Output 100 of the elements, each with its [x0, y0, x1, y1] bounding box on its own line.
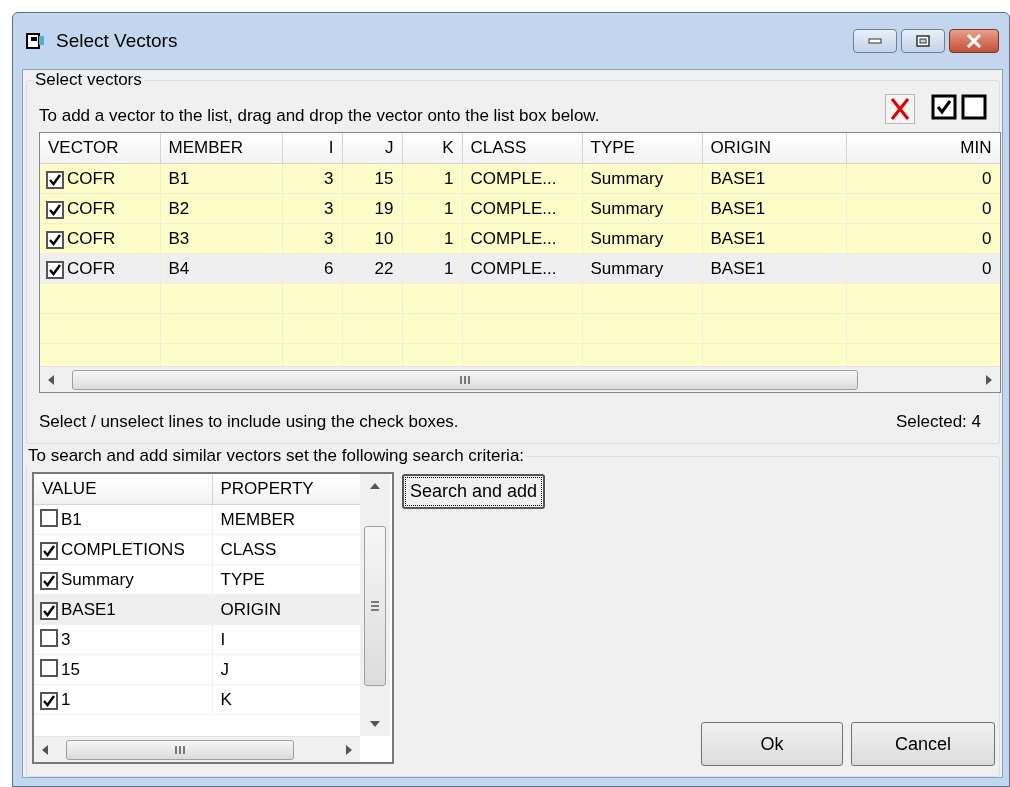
vertical-scrollbar[interactable]	[360, 474, 390, 737]
table-cell: Summary	[582, 163, 702, 194]
table-cell: Summary	[582, 223, 702, 254]
table-cell: 10	[342, 223, 402, 254]
cancel-button[interactable]: Cancel	[851, 722, 995, 766]
table-cell: BASE1	[61, 599, 116, 619]
checkbox[interactable]	[40, 508, 58, 527]
table-cell: 22	[342, 253, 402, 284]
table-row[interactable]: COFR B1 3 15 1 COMPLE... Summary BASE1 0	[40, 163, 1000, 194]
column-header[interactable]: MIN	[846, 133, 1000, 164]
column-header[interactable]: PROPERTY	[212, 474, 360, 505]
table-cell: 0	[846, 223, 1000, 254]
table-cell: K	[212, 684, 360, 715]
scrollbar-thumb[interactable]	[72, 369, 858, 390]
table-cell: COMPLETIONS	[61, 539, 185, 559]
table-cell: B4	[160, 253, 282, 284]
table-cell: B1	[61, 509, 82, 529]
table-cell: 3	[282, 163, 342, 194]
table-cell: 1	[402, 193, 462, 224]
table-cell: COFR	[67, 228, 116, 248]
table-cell: J	[212, 654, 360, 685]
scrollbar-thumb[interactable]	[66, 739, 294, 760]
search-and-add-button[interactable]: Search and add	[402, 474, 546, 510]
checked-box-icon	[931, 94, 957, 121]
checkbox[interactable]	[40, 628, 58, 647]
table-cell: ORIGIN	[212, 594, 360, 625]
scroll-up-icon[interactable]	[370, 482, 380, 491]
minimize-button[interactable]	[853, 29, 897, 53]
table-cell: 1	[61, 689, 71, 709]
column-header[interactable]: CLASS	[462, 133, 582, 164]
scroll-right-icon[interactable]	[985, 374, 993, 385]
table-cell: BASE1	[702, 253, 846, 284]
ok-button[interactable]: Ok	[701, 722, 843, 766]
delete-button[interactable]	[885, 94, 915, 125]
table-cell: Summary	[582, 253, 702, 284]
instruction-text: To add a vector to the list, drag and drop the vector onto the list box below.	[39, 104, 600, 127]
table-cell: 15	[342, 163, 402, 194]
column-header[interactable]: VECTOR	[40, 133, 160, 164]
checkbox[interactable]	[40, 571, 58, 590]
window-app-icon	[26, 31, 46, 51]
table-cell: COMPLE...	[462, 163, 582, 194]
maximize-button[interactable]	[901, 29, 945, 53]
table-cell: TYPE	[212, 564, 360, 595]
horizontal-scrollbar[interactable]	[34, 736, 360, 763]
selected-count: Selected: 4	[895, 411, 981, 434]
table-cell: 1	[402, 223, 462, 254]
table-cell: 0	[846, 193, 1000, 224]
empty-box-icon	[961, 94, 987, 121]
checkbox[interactable]	[40, 658, 58, 677]
table-cell: BASE1	[702, 193, 846, 224]
scroll-down-icon[interactable]	[370, 720, 380, 729]
group-label: Select vectors	[34, 70, 143, 91]
scroll-left-icon[interactable]	[41, 744, 49, 755]
scroll-left-icon[interactable]	[47, 374, 55, 385]
table-row[interactable]: COFR B2 3 19 1 COMPLE... Summary BASE1 0	[40, 193, 1000, 224]
minimize-icon	[868, 38, 882, 44]
checkbox[interactable]	[40, 601, 58, 620]
table-cell: COMPLE...	[462, 193, 582, 224]
table-cell: CLASS	[212, 534, 360, 565]
scroll-right-icon[interactable]	[345, 744, 353, 755]
checkbox[interactable]	[46, 230, 64, 249]
table-cell: 3	[282, 193, 342, 224]
hint-text: Select / unselect lines to include using the check boxes.	[39, 411, 459, 434]
close-button[interactable]	[949, 29, 999, 53]
delete-icon	[885, 94, 915, 125]
table-cell: COMPLE...	[462, 223, 582, 254]
table-cell: B1	[160, 163, 282, 194]
table-cell: B3	[160, 223, 282, 254]
table-cell: 1	[402, 253, 462, 284]
scrollbar-thumb[interactable]	[364, 526, 386, 687]
table-cell: 6	[282, 253, 342, 284]
table-row[interactable]: COFR B3 3 10 1 COMPLE... Summary BASE1 0	[40, 223, 1000, 254]
table-cell: Summary	[582, 193, 702, 224]
group-label: To search and add similar vectors set the following search criteria:	[27, 445, 526, 467]
checkbox[interactable]	[40, 691, 58, 710]
window-title: Select Vectors	[56, 28, 178, 53]
table-cell: COFR	[67, 258, 116, 278]
horizontal-scrollbar[interactable]	[40, 366, 1000, 393]
table-cell: 3	[61, 629, 71, 649]
column-header[interactable]: J	[342, 133, 402, 164]
column-header[interactable]: K	[402, 133, 462, 164]
column-header[interactable]: VALUE	[34, 474, 212, 505]
column-header[interactable]: ORIGIN	[702, 133, 846, 164]
table-cell: 1	[402, 163, 462, 194]
table-cell: COMPLE...	[462, 253, 582, 284]
selected-row[interactable]: COFR B4 6 22 1 COMPLE... Summary BASE1 0	[40, 253, 1000, 284]
maximize-icon	[916, 35, 930, 47]
table-cell: B2	[160, 193, 282, 224]
column-header[interactable]: MEMBER	[160, 133, 282, 164]
table-cell: 0	[846, 253, 1000, 284]
column-header[interactable]: TYPE	[582, 133, 702, 164]
table-cell: BASE1	[702, 223, 846, 254]
table-cell: COFR	[67, 168, 116, 188]
checkbox[interactable]	[46, 170, 64, 189]
checkbox[interactable]	[46, 200, 64, 219]
column-header[interactable]: I	[282, 133, 342, 164]
table-cell: 19	[342, 193, 402, 224]
checkbox[interactable]	[46, 260, 64, 279]
table-cell: COFR	[67, 198, 116, 218]
checkbox[interactable]	[40, 541, 58, 560]
